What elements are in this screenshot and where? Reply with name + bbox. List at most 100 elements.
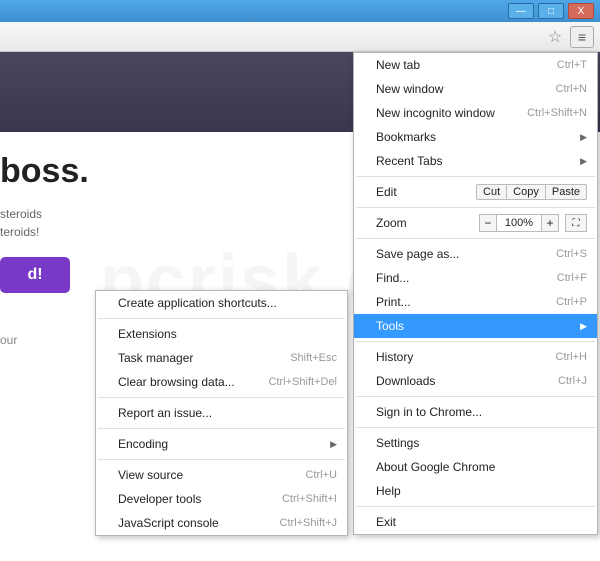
menu-shortcut: Ctrl+Shift+Del bbox=[269, 376, 337, 388]
menu-item-label: View source bbox=[118, 468, 306, 482]
main-menu-item-exit[interactable]: Exit bbox=[354, 510, 597, 534]
edit-paste-button[interactable]: Paste bbox=[546, 184, 587, 200]
main-menu-item-tools[interactable]: Tools ▶ bbox=[354, 314, 597, 338]
main-menu-separator bbox=[356, 506, 595, 507]
menu-item-label: About Google Chrome bbox=[376, 460, 587, 474]
main-menu-item-new-tab[interactable]: New tabCtrl+T bbox=[354, 53, 597, 77]
tools-menu-item-developer-tools[interactable]: Developer toolsCtrl+Shift+I bbox=[96, 487, 347, 511]
tools-menu-item-extensions[interactable]: Extensions bbox=[96, 322, 347, 346]
minimize-button[interactable]: — bbox=[508, 3, 534, 19]
tools-menu-item-view-source[interactable]: View sourceCtrl+U bbox=[96, 463, 347, 487]
menu-item-label: Clear browsing data... bbox=[118, 375, 269, 389]
submenu-arrow-icon: ▶ bbox=[580, 132, 587, 143]
menu-item-label: Task manager bbox=[118, 351, 290, 365]
menu-item-label: Find... bbox=[376, 271, 557, 285]
menu-item-label: JavaScript console bbox=[118, 516, 280, 530]
menu-shortcut: Ctrl+Shift+J bbox=[280, 517, 337, 529]
main-menu-item-save-page-as[interactable]: Save page as...Ctrl+S bbox=[354, 242, 597, 266]
main-menu-item-new-window[interactable]: New windowCtrl+N bbox=[354, 77, 597, 101]
menu-shortcut: Ctrl+P bbox=[556, 296, 587, 308]
window-titlebar: — □ X bbox=[0, 0, 600, 22]
zoom-in-button[interactable]: + bbox=[541, 214, 559, 232]
main-menu-item-about-google-chrome[interactable]: About Google Chrome bbox=[354, 455, 597, 479]
main-menu-item-find[interactable]: Find...Ctrl+F bbox=[354, 266, 597, 290]
tools-menu-item-javascript-console[interactable]: JavaScript consoleCtrl+Shift+J bbox=[96, 511, 347, 535]
browser-toolbar: ☆ ≡ bbox=[0, 22, 600, 52]
menu-item-label: Developer tools bbox=[118, 492, 282, 506]
menu-item-label: Downloads bbox=[376, 374, 558, 388]
tools-menu-item-create-application-shortcuts[interactable]: Create application shortcuts... bbox=[96, 291, 347, 315]
tools-submenu: Create application shortcuts... Extension… bbox=[95, 290, 348, 536]
tools-menu-separator bbox=[98, 428, 345, 429]
menu-item-label: Save page as... bbox=[376, 247, 556, 261]
main-menu-separator bbox=[356, 238, 595, 239]
submenu-arrow-icon: ▶ bbox=[580, 156, 587, 167]
menu-item-label: Sign in to Chrome... bbox=[376, 405, 587, 419]
menu-item-label: New window bbox=[376, 82, 556, 96]
close-button[interactable]: X bbox=[568, 3, 594, 19]
menu-shortcut: Ctrl+N bbox=[556, 83, 587, 95]
main-menu-item-history[interactable]: HistoryCtrl+H bbox=[354, 345, 597, 369]
menu-shortcut: Ctrl+S bbox=[556, 248, 587, 260]
menu-item-label: Help bbox=[376, 484, 587, 498]
edit-cut-button[interactable]: Cut bbox=[476, 184, 507, 200]
edit-copy-button[interactable]: Copy bbox=[507, 184, 546, 200]
main-menu-separator bbox=[356, 396, 595, 397]
menu-shortcut: Ctrl+T bbox=[557, 59, 587, 71]
menu-item-label: Report an issue... bbox=[118, 406, 337, 420]
tools-menu-item-report-an-issue[interactable]: Report an issue... bbox=[96, 401, 347, 425]
main-menu-item-print[interactable]: Print...Ctrl+P bbox=[354, 290, 597, 314]
tools-menu-item-task-manager[interactable]: Task managerShift+Esc bbox=[96, 346, 347, 370]
main-menu-item-bookmarks[interactable]: Bookmarks ▶ bbox=[354, 125, 597, 149]
menu-item-label: History bbox=[376, 350, 556, 364]
menu-item-label: Bookmarks bbox=[376, 130, 576, 144]
main-menu-item-edit[interactable]: Edit CutCopyPaste bbox=[354, 180, 597, 204]
menu-item-label: Encoding bbox=[118, 437, 326, 451]
tools-menu-item-clear-browsing-data[interactable]: Clear browsing data...Ctrl+Shift+Del bbox=[96, 370, 347, 394]
menu-item-label: New tab bbox=[376, 58, 557, 72]
zoom-controls: −100%+ bbox=[479, 214, 559, 232]
main-menu-item-sign-in-to-chrome[interactable]: Sign in to Chrome... bbox=[354, 400, 597, 424]
menu-item-label: Edit bbox=[376, 185, 470, 199]
main-menu-separator bbox=[356, 207, 595, 208]
fullscreen-button[interactable]: ⛶ bbox=[565, 214, 587, 232]
menu-item-label: Tools bbox=[376, 319, 576, 333]
menu-item-label: Create application shortcuts... bbox=[118, 296, 337, 310]
main-menu-separator bbox=[356, 341, 595, 342]
menu-item-label: Extensions bbox=[118, 327, 337, 341]
tools-menu-separator bbox=[98, 459, 345, 460]
main-menu-item-settings[interactable]: Settings bbox=[354, 431, 597, 455]
menu-item-label: Zoom bbox=[376, 216, 479, 230]
menu-button[interactable]: ≡ bbox=[570, 26, 594, 48]
tools-menu-item-encoding[interactable]: Encoding ▶ bbox=[96, 432, 347, 456]
menu-item-label: Exit bbox=[376, 515, 587, 529]
menu-item-label: Print... bbox=[376, 295, 556, 309]
edit-button-group: CutCopyPaste bbox=[476, 184, 587, 200]
zoom-out-button[interactable]: − bbox=[479, 214, 497, 232]
menu-item-label: New incognito window bbox=[376, 106, 527, 120]
tools-menu-separator bbox=[98, 397, 345, 398]
menu-shortcut: Ctrl+H bbox=[556, 351, 587, 363]
main-menu-item-help[interactable]: Help bbox=[354, 479, 597, 503]
main-menu-separator bbox=[356, 427, 595, 428]
cta-button[interactable]: d! bbox=[0, 257, 70, 293]
maximize-button[interactable]: □ bbox=[538, 3, 564, 19]
main-menu-item-zoom[interactable]: Zoom−100%+ ⛶ bbox=[354, 211, 597, 235]
menu-shortcut: Ctrl+Shift+I bbox=[282, 493, 337, 505]
chrome-main-menu: New tabCtrl+TNew windowCtrl+NNew incogni… bbox=[353, 52, 598, 535]
submenu-arrow-icon: ▶ bbox=[580, 321, 587, 332]
bookmark-star-icon[interactable]: ☆ bbox=[546, 28, 564, 46]
menu-shortcut: Ctrl+Shift+N bbox=[527, 107, 587, 119]
submenu-arrow-icon: ▶ bbox=[330, 439, 337, 450]
main-menu-item-new-incognito-window[interactable]: New incognito windowCtrl+Shift+N bbox=[354, 101, 597, 125]
main-menu-item-recent-tabs[interactable]: Recent Tabs ▶ bbox=[354, 149, 597, 173]
menu-shortcut: Shift+Esc bbox=[290, 352, 337, 364]
main-menu-separator bbox=[356, 176, 595, 177]
menu-shortcut: Ctrl+F bbox=[557, 272, 587, 284]
menu-shortcut: Ctrl+J bbox=[558, 375, 587, 387]
tools-menu-separator bbox=[98, 318, 345, 319]
main-menu-item-downloads[interactable]: DownloadsCtrl+J bbox=[354, 369, 597, 393]
zoom-value: 100% bbox=[497, 214, 541, 232]
menu-shortcut: Ctrl+U bbox=[306, 469, 337, 481]
menu-item-label: Recent Tabs bbox=[376, 154, 576, 168]
